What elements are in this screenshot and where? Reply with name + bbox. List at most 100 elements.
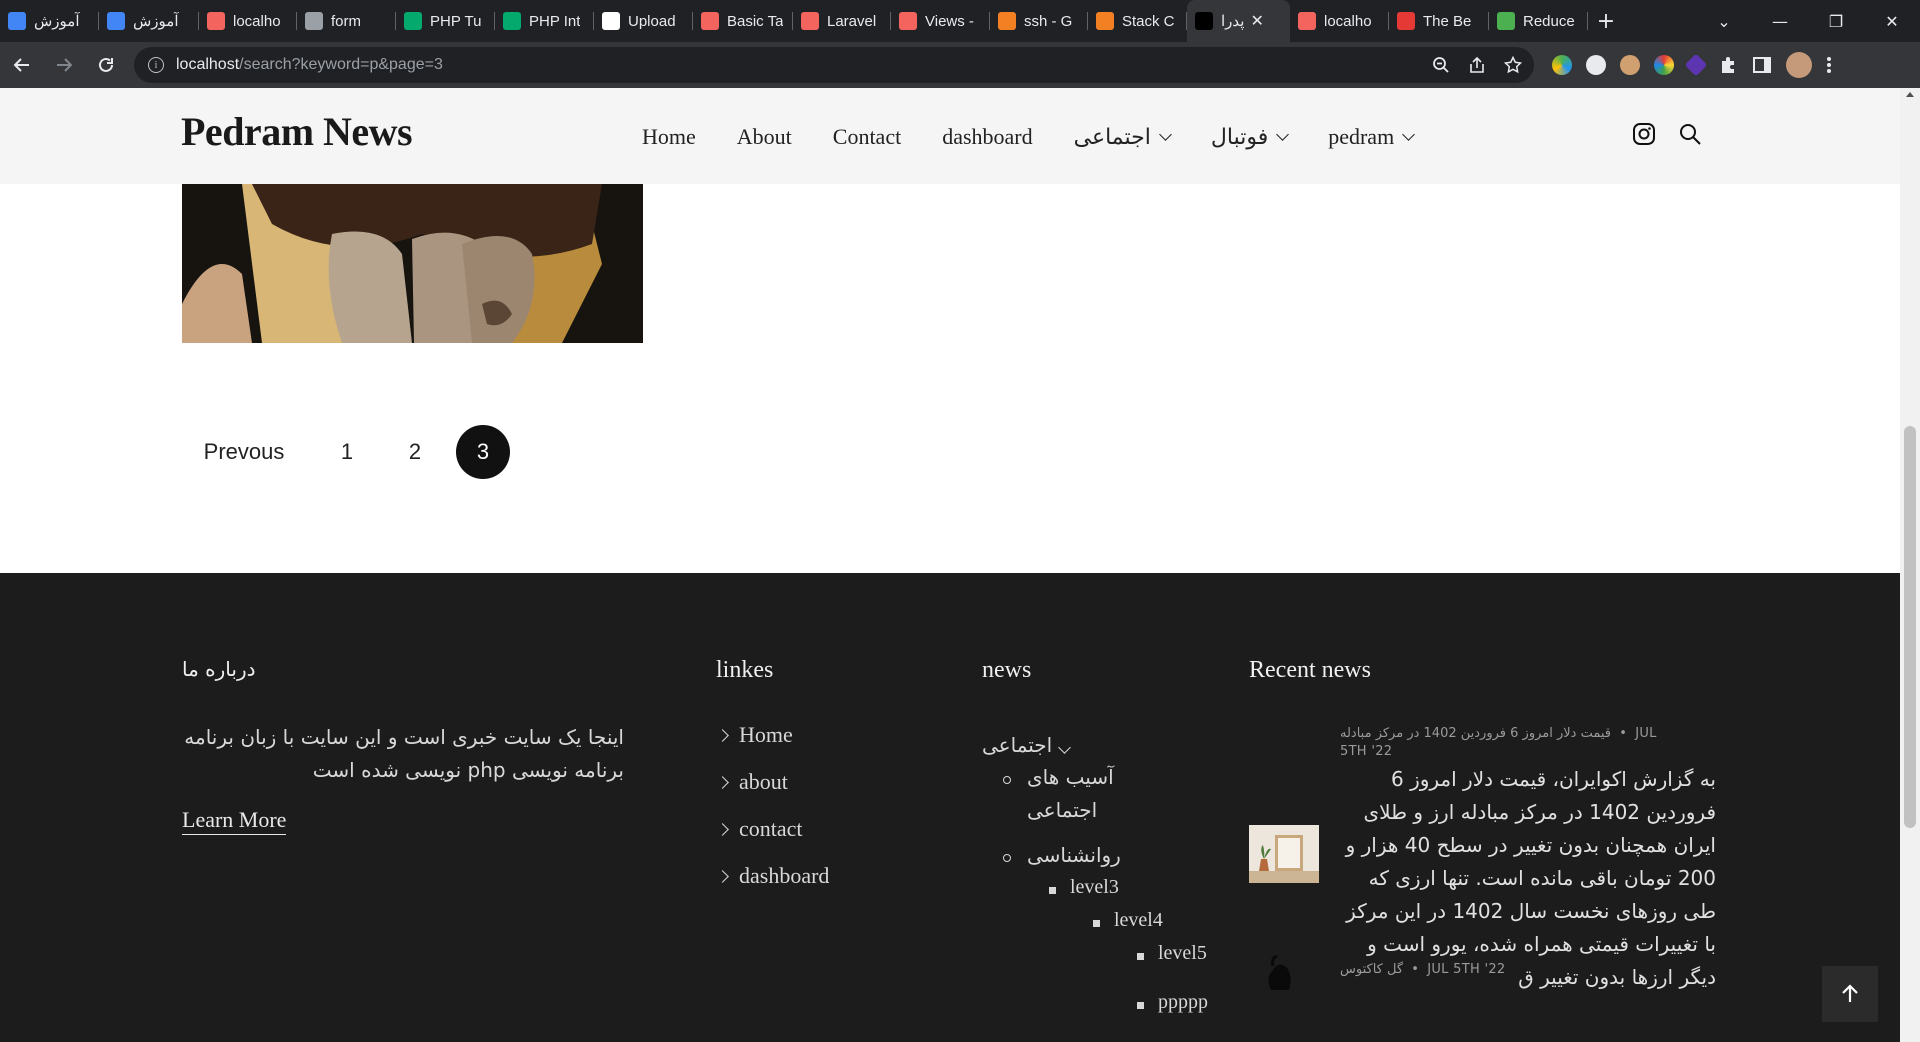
news-subcategory-2[interactable]: روانشناسی xyxy=(1027,843,1121,867)
browser-tab[interactable]: PHP Int xyxy=(495,0,594,42)
pagination-previous-link[interactable]: Prevous xyxy=(182,439,306,465)
footer-links-title: linkes xyxy=(716,657,774,683)
scrollbar-thumb[interactable] xyxy=(1904,426,1916,828)
browser-tab[interactable]: آموزش xyxy=(0,0,99,42)
reload-button[interactable] xyxy=(86,45,126,85)
nav-item-label: pedram xyxy=(1328,124,1395,149)
browser-tab[interactable]: ssh - G xyxy=(990,0,1088,42)
nav-item-7[interactable]: pedram xyxy=(1328,124,1416,150)
extensions-puzzle-icon[interactable] xyxy=(1718,55,1738,75)
nav-item-label: Home xyxy=(642,124,696,149)
close-window-button[interactable]: ✕ xyxy=(1864,0,1920,42)
reload-icon xyxy=(99,57,113,72)
close-tab-icon[interactable]: ✕ xyxy=(1250,11,1263,31)
nav-item-1[interactable]: Home xyxy=(642,124,696,150)
browser-tab-label: Reduce xyxy=(1523,12,1575,30)
news-subcategory-1[interactable]: آسیب های xyxy=(1027,765,1114,789)
chevron-right-icon xyxy=(716,729,729,742)
nav-item-label: اجتماعی xyxy=(1073,124,1151,150)
footer-link-dashboard[interactable]: dashboard xyxy=(716,863,829,910)
restore-button[interactable]: ❐ xyxy=(1808,0,1864,42)
profile-avatar[interactable] xyxy=(1786,52,1812,78)
site-header: Pedram News Home About Contact dashboard اجت… xyxy=(0,88,1900,184)
nav-item-2[interactable]: About xyxy=(737,124,792,150)
browser-tab-label: The Be xyxy=(1423,12,1472,30)
nav-item-3[interactable]: Contact xyxy=(833,124,901,150)
browser-tab[interactable]: Upload xyxy=(594,0,693,42)
news-category-root[interactable]: اجتماعی xyxy=(982,733,1072,757)
main-nav: Home About Contact dashboard اجتماعی فوتبال pe… xyxy=(642,124,1416,150)
nav-item-4[interactable]: dashboard xyxy=(942,124,1032,150)
pagination-page-2[interactable]: 2 xyxy=(388,425,442,479)
back-button[interactable] xyxy=(2,45,42,85)
news-ppppp[interactable]: ppppp xyxy=(1158,991,1208,1014)
browser-tab[interactable]: PHP Tu xyxy=(396,0,495,42)
news-subcategory-1-line2[interactable]: اجتماعی xyxy=(1027,798,1097,822)
extension-2-icon[interactable] xyxy=(1586,55,1606,75)
square-bullet-icon xyxy=(1137,953,1144,960)
browser-tab[interactable]: Views - xyxy=(891,0,990,42)
news-level4[interactable]: level4 xyxy=(1114,909,1163,932)
browser-tab[interactable]: form xyxy=(297,0,396,42)
footer-link-contact[interactable]: contact xyxy=(716,816,829,863)
site-logo[interactable]: Pedram News xyxy=(181,108,413,155)
bookmark-star-icon[interactable] xyxy=(1504,56,1522,74)
page-scrollbar[interactable] xyxy=(1900,88,1920,1042)
pagination-page-1[interactable]: 1 xyxy=(320,425,374,479)
tab-search-icon[interactable]: ⌄ xyxy=(1696,0,1752,42)
extension-3-icon[interactable] xyxy=(1620,55,1640,75)
extension-5-icon[interactable] xyxy=(1684,53,1708,77)
browser-tab-label: پدرا xyxy=(1221,13,1245,30)
color-picker-extension-icon[interactable] xyxy=(1654,55,1674,75)
extension-1-icon[interactable] xyxy=(1552,55,1572,75)
browser-menu-icon[interactable] xyxy=(1826,55,1832,75)
recent-news-1-thumbnail[interactable] xyxy=(1249,825,1319,883)
browser-tab[interactable]: Stack C xyxy=(1088,0,1187,42)
side-panel-icon[interactable] xyxy=(1752,55,1772,75)
search-icon[interactable] xyxy=(1678,122,1702,146)
site-info-icon[interactable]: i xyxy=(148,57,164,73)
forward-button[interactable] xyxy=(44,45,84,85)
scroll-up-arrow-icon[interactable] xyxy=(1906,92,1914,97)
browser-tab[interactable]: Laravel xyxy=(793,0,891,42)
github-icon xyxy=(602,12,620,30)
browser-tab-label: form xyxy=(331,12,361,30)
instagram-icon[interactable] xyxy=(1632,122,1656,146)
address-bar[interactable]: i localhost/search?keyword=p&page=3 xyxy=(134,47,1534,83)
chevron-right-icon xyxy=(716,776,729,789)
stackoverflow-icon xyxy=(1096,12,1114,30)
new-tab-button[interactable]: + xyxy=(1588,0,1624,42)
browser-tab-label: localho xyxy=(233,12,281,30)
learn-more-link[interactable]: Learn More xyxy=(182,807,287,835)
footer-link-home[interactable]: Home xyxy=(716,722,829,769)
browser-tab[interactable]: Basic Ta xyxy=(693,0,793,42)
nav-item-5[interactable]: اجتماعی xyxy=(1073,124,1172,150)
recent-news-1-body[interactable]: به گزارش اکوایران، قیمت دلار امروز 6 فرو… xyxy=(1340,763,1716,994)
browser-tab[interactable]: The Be xyxy=(1389,0,1489,42)
nav-item-6[interactable]: فوتبال xyxy=(1211,124,1290,150)
blue-doc-icon xyxy=(8,12,26,30)
browser-tab[interactable]: Reduce xyxy=(1489,0,1588,42)
cactus-thumbnail-icon[interactable] xyxy=(1259,954,1299,990)
footer-link-about[interactable]: about xyxy=(716,769,829,816)
post-thumbnail-image[interactable] xyxy=(182,184,643,343)
square-bullet-icon xyxy=(1049,887,1056,894)
news-level5[interactable]: level5 xyxy=(1158,942,1207,965)
browser-tab-label: PHP Tu xyxy=(430,12,482,30)
w3schools-icon xyxy=(503,12,521,30)
browser-tab[interactable]: localho xyxy=(199,0,297,42)
news-level3[interactable]: level3 xyxy=(1070,876,1119,899)
minimize-button[interactable]: — xyxy=(1752,0,1808,42)
share-icon[interactable] xyxy=(1468,56,1486,74)
browser-tab[interactable]: پدرا ✕ xyxy=(1187,0,1290,42)
zoom-icon[interactable] xyxy=(1432,56,1450,74)
browser-tab-label: Upload xyxy=(628,12,676,30)
url-text[interactable]: localhost/search?keyword=p&page=3 xyxy=(176,56,443,74)
pagination-page-3-current[interactable]: 3 xyxy=(456,425,510,479)
browser-tab[interactable]: localho xyxy=(1290,0,1389,42)
back-to-top-button[interactable] xyxy=(1822,966,1878,1022)
browser-tab[interactable]: آموزش xyxy=(99,0,199,42)
browser-tab-label: PHP Int xyxy=(529,12,581,30)
chevron-down-icon xyxy=(1402,127,1416,141)
number-one-icon xyxy=(1195,12,1213,30)
